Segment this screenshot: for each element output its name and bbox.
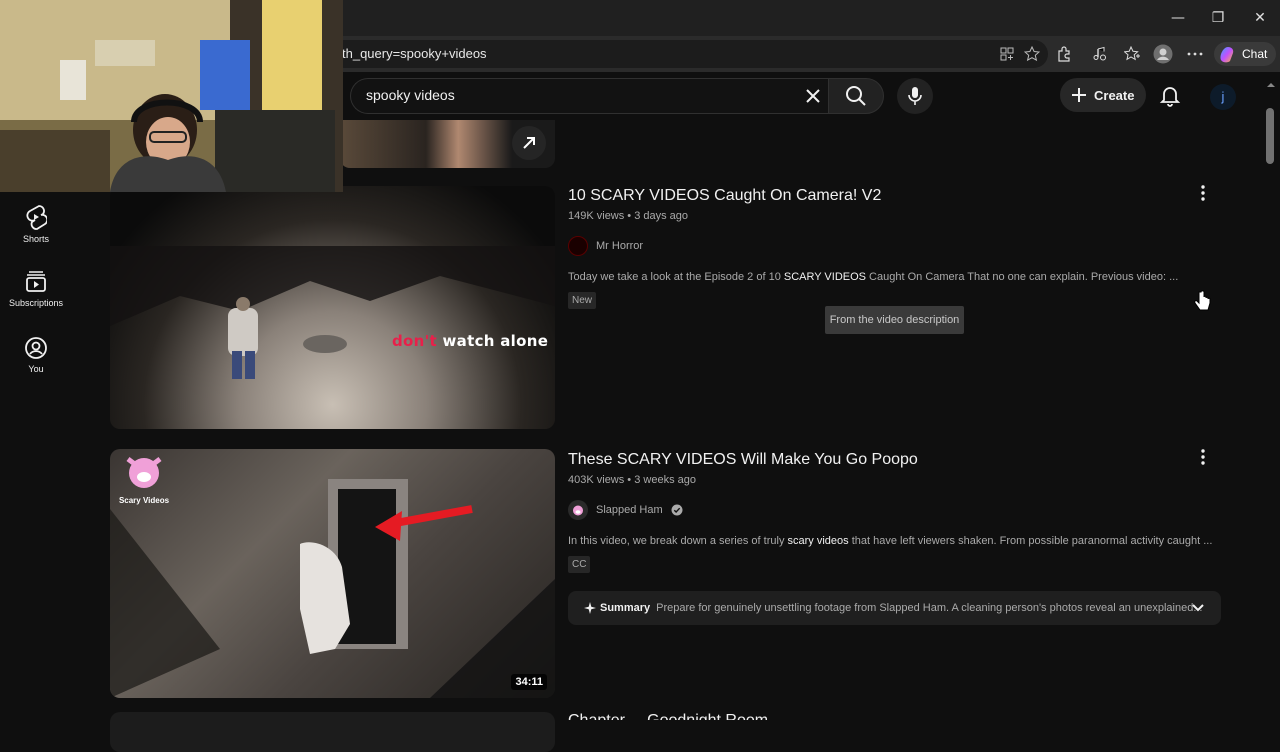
thumbnail-scene [110, 479, 555, 698]
kebab-icon [1201, 185, 1205, 201]
address-bar[interactable]: th_query=spooky+videos [330, 40, 1048, 68]
chevron-down-icon[interactable] [1191, 602, 1205, 614]
url-text: th_query=spooky+videos [342, 46, 487, 61]
desc-highlight: scary videos [787, 535, 849, 547]
channel-link[interactable]: Slapped Ham [568, 500, 683, 520]
channel-logo: Scary Videos [114, 453, 174, 505]
close-button[interactable]: ✕ [1248, 8, 1272, 28]
video-thumbnail[interactable] [110, 712, 555, 752]
scrollbar-thumb[interactable] [1266, 108, 1274, 164]
pig-logo-icon [126, 457, 162, 488]
channel-link[interactable]: Mr Horror [568, 236, 643, 256]
copilot-icon [1220, 47, 1234, 63]
webcam-feed-image [0, 0, 343, 192]
video-meta: 149K views • 3 days ago [568, 210, 689, 222]
video-title[interactable]: Chapter ... Goodnight Room [568, 712, 768, 720]
video-thumbnail[interactable]: Scary Videos 34:11 [110, 449, 555, 698]
video-description: In this video, we break down a series of… [568, 535, 1212, 547]
sidebar-item-shorts[interactable]: Shorts [0, 204, 72, 244]
desc-text: that have left viewers shaken. From poss… [848, 535, 1213, 547]
sparkle-icon [584, 602, 596, 614]
sidebar-item-you[interactable]: You [0, 336, 72, 374]
kebab-icon [1201, 449, 1205, 465]
video-menu-button[interactable] [1193, 447, 1213, 467]
you-icon [25, 337, 47, 359]
desc-text: In this video, we break down a series of… [568, 535, 788, 547]
verified-icon [671, 504, 683, 516]
search-button[interactable] [828, 78, 884, 114]
channel-logo-text: Scary Videos [118, 496, 170, 505]
profile-avatar-icon[interactable] [1152, 43, 1174, 65]
search-input-value: spooky videos [366, 87, 455, 103]
sidebar-item-label: You [28, 364, 44, 374]
channel-avatar [568, 500, 588, 520]
clear-search-icon[interactable] [803, 86, 823, 106]
shorts-icon [26, 205, 47, 230]
sidebar-item-label: Subscriptions [8, 298, 64, 308]
video-meta: 403K views • 3 weeks ago [568, 474, 696, 486]
copilot-chat-button[interactable]: Chat [1214, 42, 1276, 66]
sidebar-item-subscriptions[interactable]: Subscriptions [0, 270, 72, 308]
summary-label: Summary [600, 602, 651, 614]
extensions-icon[interactable] [1053, 43, 1075, 65]
thumbnail-caption-white: watch alone [442, 332, 549, 350]
scrollbar-track[interactable] [1262, 72, 1280, 720]
chat-label: Chat [1242, 47, 1268, 61]
webcam-overlay [0, 0, 343, 192]
favorites-icon[interactable] [1121, 43, 1143, 65]
voice-search-button[interactable] [897, 78, 933, 114]
create-button[interactable]: Create [1060, 78, 1146, 112]
thumbnail-caption-red: don't [392, 332, 437, 350]
thumbnail-caption: don't watch alone [392, 332, 548, 350]
mouse-cursor-icon [1193, 290, 1211, 312]
channel-name: Mr Horror [596, 240, 644, 252]
notifications-button[interactable] [1158, 83, 1182, 107]
account-avatar[interactable]: j [1210, 84, 1236, 110]
plus-icon [1072, 88, 1086, 102]
minimize-button[interactable]: — [1166, 8, 1190, 28]
subscriptions-icon [26, 271, 46, 292]
summary-text: Prepare for genuinely unsettling footage… [656, 602, 1203, 614]
previous-result-thumbnail[interactable] [340, 120, 555, 168]
open-external-icon[interactable] [512, 126, 546, 160]
new-badge: New [568, 292, 597, 309]
maximize-button[interactable]: ❐ [1206, 8, 1230, 28]
video-description: Today we take a look at the Episode 2 of… [568, 271, 1178, 283]
more-options-icon[interactable] [1184, 43, 1206, 65]
video-duration: 34:11 [511, 674, 547, 690]
favorite-star-icon[interactable] [1021, 43, 1043, 65]
read-aloud-icon[interactable] [1089, 43, 1111, 65]
app-install-icon[interactable] [996, 43, 1018, 65]
video-title[interactable]: 10 SCARY VIDEOS Caught On Camera! V2 [568, 187, 881, 205]
desc-highlight: SCARY VIDEOS [783, 271, 866, 283]
bell-icon [1159, 87, 1181, 107]
cc-badge: CC [568, 556, 591, 573]
channel-name: Slapped Ham [596, 504, 663, 516]
desc-text: Today we take a look at the Episode 2 of… [568, 271, 784, 283]
video-menu-button[interactable] [1193, 183, 1213, 203]
scroll-up-icon[interactable] [1266, 76, 1276, 87]
channel-avatar [568, 236, 588, 256]
search-icon [846, 86, 866, 106]
video-thumbnail[interactable]: don't watch alone [110, 186, 555, 429]
ai-summary-panel[interactable]: Summary Prepare for genuinely unsettling… [568, 591, 1221, 625]
tooltip: From the video description [825, 306, 964, 334]
video-title[interactable]: These SCARY VIDEOS Will Make You Go Poop… [568, 451, 918, 469]
thumbnail-scene [110, 246, 555, 379]
create-label: Create [1094, 87, 1135, 103]
sidebar-item-label: Shorts [22, 234, 49, 244]
desc-text: Caught On Camera That no one can explain… [866, 271, 1179, 283]
microphone-icon [908, 87, 922, 105]
